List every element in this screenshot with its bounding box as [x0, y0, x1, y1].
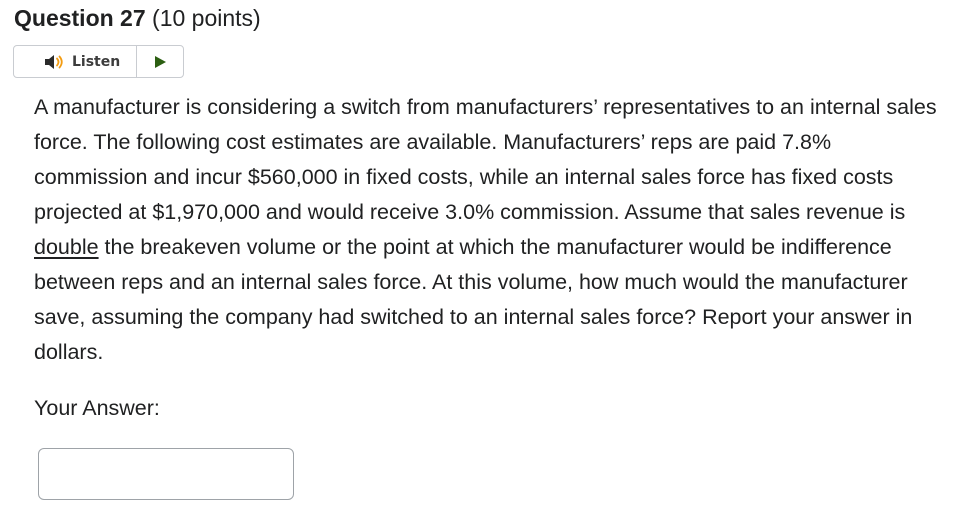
answer-label: Your Answer:: [34, 396, 160, 420]
question-page: Question 27 (10 points) Listen A manufac…: [0, 0, 953, 513]
question-number: Question 27: [14, 5, 146, 31]
listen-label: Listen: [72, 53, 121, 70]
question-points: (10 points): [152, 5, 261, 31]
question-text-before: A manufacturer is considering a switch f…: [34, 95, 937, 224]
play-icon: [155, 55, 166, 68]
question-text-after: the breakeven volume or the point at whi…: [34, 235, 913, 364]
speaker-icon: [44, 54, 66, 70]
play-button[interactable]: [137, 46, 183, 77]
listen-widget: Listen: [13, 45, 184, 78]
listen-button[interactable]: Listen: [14, 46, 137, 77]
question-text: A manufacturer is considering a switch f…: [34, 90, 944, 370]
underlined-word: double: [34, 235, 99, 259]
question-header: Question 27 (10 points): [14, 4, 261, 32]
answer-input[interactable]: [38, 448, 294, 500]
